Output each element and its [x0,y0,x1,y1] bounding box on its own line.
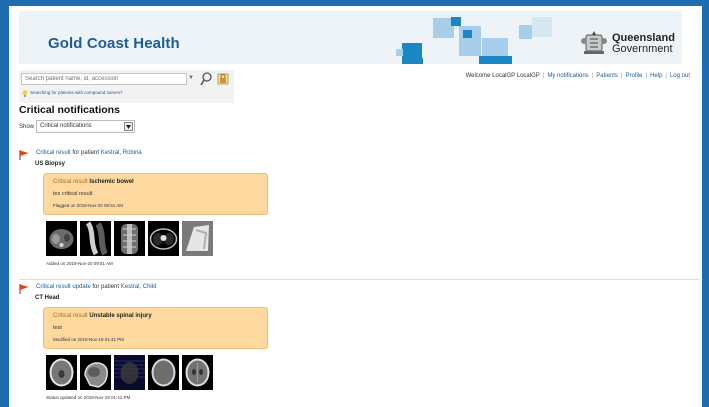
ct-scout-thumbnail[interactable] [114,355,145,390]
ct-abdomen-thumbnail[interactable] [46,221,77,256]
welcome-text: Welcome LocalGP LocalGP [465,73,540,79]
nav-profile[interactable]: Profile [625,73,642,79]
card-label: Critical result [53,179,88,185]
notification-item: Critical result for patient Kestral, Rob… [19,150,699,275]
card-title: Ischemic bowel [89,179,134,185]
card-title: Unstable spinal injury [89,313,152,319]
ct-head-sagittal-thumbnail[interactable] [80,355,111,390]
search-input[interactable] [21,73,187,85]
ct-chest-thumbnail[interactable] [148,221,179,256]
nav-help[interactable]: Help [650,73,662,79]
ct-head-thumbnail[interactable] [46,355,77,390]
gov-line2: Government [612,43,673,55]
exam-name: CT Head [35,295,60,301]
brand-title: Gold Coast Health [48,35,180,52]
government-name: Queensland Government [612,33,675,55]
page-title: Critical notifications [19,104,120,116]
notification-item: Critical result update for patient Kestr… [19,284,699,407]
notification-divider [19,279,699,280]
show-label: Show [19,124,35,130]
image-thumbnails [46,221,216,256]
notification-type-link[interactable]: Critical result [36,150,71,156]
flag-icon [19,150,29,160]
ct-coronal-thumbnail[interactable] [114,221,145,256]
card-meta: Modified on 2018-Nov-19 01:41 PM [53,337,125,342]
status-timestamp: Status updated on 2018-Nov-19 01:41 PM [46,395,131,400]
critical-result-card[interactable]: Critical result Unstable spinal injury t… [43,307,268,349]
show-filter-select[interactable]: Critical notifications [36,120,135,133]
lightbulb-icon [22,90,28,97]
search-panel: ▼ Searching for patients with compound n… [19,70,234,103]
chevron-down-icon[interactable] [124,122,133,131]
image-thumbnails [46,355,216,390]
added-timestamp: Added on 2018-Nov-20 09:51 AM [46,261,113,266]
ct-head-axial-thumbnail[interactable] [148,355,179,390]
app-window: Gold Coast Health Queensland Government [9,6,702,407]
notification-headline: Critical result for patient Kestral, Rob… [36,150,142,156]
queensland-crest-icon [581,31,607,54]
patient-link[interactable]: Kestral, Child [121,284,157,290]
ct-head-axial-thumbnail-2[interactable] [182,355,213,390]
card-meta: Flagged on 2018-Nov-20 09:51 AM [53,203,124,208]
critical-result-card[interactable]: Critical result Ischemic bowel tes criti… [43,173,268,215]
notification-type-link[interactable]: Critical result update [36,284,91,290]
patient-link[interactable]: Kestral, Robina [101,150,142,156]
exam-name: US Biopsy [35,161,66,167]
flag-icon [19,284,29,294]
ct-spine-thumbnail[interactable] [80,221,111,256]
search-icon[interactable] [200,72,212,86]
notification-headline: Critical result update for patient Kestr… [36,284,157,290]
card-note: test [53,325,62,331]
nav-patients[interactable]: Patients [596,73,618,79]
nav-logout[interactable]: Log out [670,73,690,79]
nav-my-notifications[interactable]: My notifications [547,73,588,79]
search-dropdown-icon[interactable]: ▼ [188,75,194,81]
xray-thumbnail[interactable] [182,221,213,256]
lock-search-icon[interactable] [217,73,229,85]
top-navigation: Welcome LocalGP LocalGP | My notifications… [465,73,690,79]
compound-name-hint-link[interactable]: Searching for patients with compound nam… [30,90,123,95]
card-note: tes critical result [53,191,93,197]
show-filter-value: Critical notifications [40,123,92,129]
header-banner: Gold Coast Health Queensland Government [19,11,682,64]
card-label: Critical result [53,313,88,319]
